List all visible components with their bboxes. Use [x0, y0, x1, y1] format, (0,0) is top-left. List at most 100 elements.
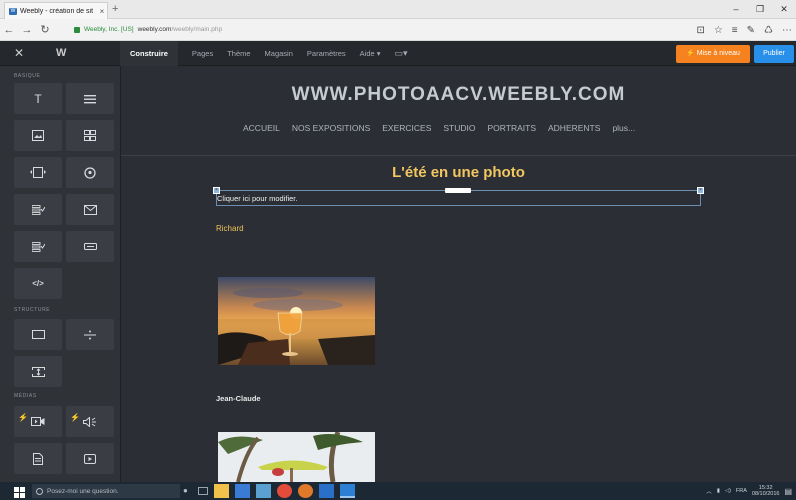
video-element-tile[interactable]: ⚡	[14, 406, 62, 437]
beach-photo[interactable]	[218, 432, 375, 482]
button-icon	[83, 243, 97, 250]
document-element-tile[interactable]	[14, 443, 62, 474]
tab-pages[interactable]: Pages	[192, 49, 213, 58]
upgrade-button[interactable]: ⚡ Mise à niveau	[676, 45, 750, 63]
weebly-favicon-icon: W	[9, 7, 17, 15]
site-nav-expositions[interactable]: NOS EXPOSITIONS	[292, 123, 370, 133]
cortana-search[interactable]: Posez-moi une question.	[32, 484, 180, 498]
embed-code-element-tile[interactable]: </>	[14, 268, 62, 299]
text-icon	[84, 94, 96, 104]
youtube-element-tile[interactable]	[66, 443, 114, 474]
microphone-icon[interactable]: ●	[183, 482, 188, 500]
new-tab-button[interactable]: +	[112, 2, 118, 17]
gallery-icon	[84, 130, 96, 141]
video-icon	[31, 417, 45, 426]
edge-icon[interactable]	[340, 484, 355, 498]
site-nav-accueil[interactable]: ACCUEIL	[243, 123, 280, 133]
photos-app-icon[interactable]	[256, 484, 271, 498]
editor-nav: Construire Pages Thème Magasin Paramètre…	[120, 41, 422, 66]
store-icon[interactable]	[235, 484, 250, 498]
site-nav-studio[interactable]: STUDIO	[443, 123, 475, 133]
author-name[interactable]: Richard	[216, 224, 244, 233]
text-edit-box[interactable]: × × Cliquer ici pour modifier.	[213, 187, 704, 206]
language-indicator[interactable]: FRA	[736, 488, 747, 494]
address-bar-row: ← → ↻ Weebly, Inc. [US] weebly.com/weebl…	[0, 19, 796, 41]
site-nav-more[interactable]: plus...	[612, 123, 635, 133]
site-nav-exercices[interactable]: EXERCICES	[382, 123, 431, 133]
forward-button[interactable]: →	[18, 24, 36, 36]
weebly-logo-icon: W	[56, 47, 67, 59]
network-icon[interactable]: ▮	[717, 488, 720, 494]
share-icon[interactable]: ♺	[764, 25, 773, 36]
refresh-button[interactable]: ↻	[36, 23, 54, 36]
edit-hint[interactable]: Cliquer ici pour modifier.	[217, 194, 297, 203]
site-nav-portraits[interactable]: PORTRAITS	[488, 123, 537, 133]
resize-handle[interactable]: ×	[213, 187, 220, 194]
document-icon	[33, 452, 43, 465]
outlook-icon[interactable]	[319, 484, 334, 498]
button-element-tile[interactable]	[66, 231, 114, 262]
form-element-tile[interactable]	[14, 194, 62, 225]
sunset-photo[interactable]	[218, 277, 375, 365]
windows-taskbar: Posez-moi une question. ● ︿ ▮ ◁) FRA 15:…	[0, 482, 796, 500]
title-element-tile[interactable]: T	[14, 83, 62, 114]
notifications-icon[interactable]: ▤	[784, 487, 792, 496]
cortana-icon	[36, 487, 43, 495]
web-note-icon[interactable]: ✎	[747, 25, 755, 36]
author-name[interactable]: Jean-Claude	[216, 394, 261, 403]
slideshow-element-tile[interactable]	[14, 157, 62, 188]
maximize-button[interactable]: ❐	[748, 0, 772, 19]
page-heading[interactable]: L'été en une photo	[121, 164, 796, 181]
site-title[interactable]: WWW.PHOTOAACV.WEEBLY.COM	[121, 84, 796, 106]
minimize-button[interactable]: –	[724, 0, 748, 19]
tray-chevron-icon[interactable]: ︿	[706, 487, 712, 495]
back-button[interactable]: ←	[0, 24, 18, 36]
text-element-tile[interactable]	[66, 83, 114, 114]
image-icon	[32, 130, 44, 141]
tab-construire[interactable]: Construire	[120, 41, 178, 66]
resize-handle[interactable]: ×	[697, 187, 704, 194]
map-element-tile[interactable]	[66, 157, 114, 188]
tab-magasin[interactable]: Magasin	[265, 49, 293, 58]
more-icon[interactable]: ⋯	[782, 25, 792, 36]
publish-button[interactable]: Publier	[754, 45, 794, 63]
youtube-icon	[84, 453, 96, 464]
spacer-icon	[31, 366, 45, 377]
image-element-tile[interactable]	[14, 120, 62, 151]
windows-start-icon[interactable]	[14, 485, 25, 498]
close-window-button[interactable]: ✕	[772, 0, 796, 19]
tab-close-icon[interactable]: ×	[97, 7, 107, 16]
file-explorer-icon[interactable]	[214, 484, 229, 498]
firefox-icon[interactable]	[298, 484, 313, 498]
divider-element-tile[interactable]	[66, 319, 114, 350]
contact-form-element-tile[interactable]	[66, 194, 114, 225]
tab-theme[interactable]: Thème	[227, 49, 250, 58]
audio-element-tile[interactable]: ⚡	[66, 406, 114, 437]
survey-element-tile[interactable]	[14, 231, 62, 262]
section-medias: MÉDIAS	[14, 393, 37, 399]
spacer-element-tile[interactable]	[14, 356, 62, 387]
clock[interactable]: 15:32 08/10/2016	[752, 485, 780, 497]
tab-parametres[interactable]: Paramètres	[307, 49, 346, 58]
device-preview-icon[interactable]: ▭▾	[395, 48, 408, 59]
site-nav-adherents[interactable]: ADHERENTS	[548, 123, 600, 133]
window-controls: – ❐ ✕	[724, 0, 796, 19]
favorite-star-icon[interactable]: ☆	[714, 25, 723, 36]
browser-tab-bar: W Weebly - création de sit × + – ❐ ✕	[0, 0, 796, 19]
contact-form-icon	[83, 204, 97, 215]
site-canvas[interactable]: WWW.PHOTOAACV.WEEBLY.COM ACCUEIL NOS EXP…	[121, 66, 796, 482]
browser-tab[interactable]: W Weebly - création de sit ×	[4, 2, 108, 19]
search-placeholder: Posez-moi une question.	[47, 487, 119, 495]
chrome-icon[interactable]	[277, 484, 292, 498]
volume-icon[interactable]: ◁)	[725, 488, 731, 494]
tab-aide[interactable]: Aide ▾	[360, 49, 381, 58]
close-editor-icon[interactable]: ✕	[14, 41, 24, 66]
section-element-tile[interactable]	[14, 319, 62, 350]
reading-view-icon[interactable]: ⊡	[696, 25, 704, 36]
gallery-element-tile[interactable]	[66, 120, 114, 151]
url-path: /weebly/main.php	[171, 26, 223, 33]
hub-icon[interactable]: ≡	[732, 25, 738, 36]
task-view-icon[interactable]	[198, 487, 208, 495]
address-field[interactable]: Weebly, Inc. [US] weebly.com/weebly/main…	[74, 26, 222, 33]
drag-handle[interactable]	[445, 188, 471, 193]
